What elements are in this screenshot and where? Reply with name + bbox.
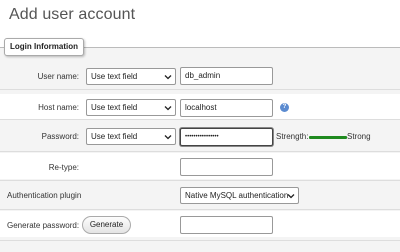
generated-password-input[interactable] <box>180 216 273 234</box>
password-mode-value: Use text field <box>91 132 138 141</box>
retype-input[interactable] <box>180 158 273 176</box>
chevron-down-icon <box>164 106 172 111</box>
row-divider <box>0 89 400 90</box>
auth-plugin-label: Authentication plugin <box>7 191 82 200</box>
row-divider <box>0 209 400 210</box>
generate-button[interactable]: Generate <box>82 216 131 234</box>
password-mode-select[interactable]: Use text field <box>86 128 176 145</box>
username-label: User name: <box>37 72 79 81</box>
chevron-down-icon <box>164 75 172 80</box>
chevron-down-icon <box>164 135 172 140</box>
password-label: Password: <box>41 132 79 141</box>
fieldset-legend: Login Information <box>4 38 84 56</box>
row-divider <box>0 119 400 120</box>
hostname-mode-value: Use text field <box>91 103 138 112</box>
hostname-mode-select[interactable]: Use text field <box>86 99 176 116</box>
help-icon[interactable]: ? <box>280 103 289 112</box>
row-divider <box>0 180 400 181</box>
strength-value: Strong <box>347 132 371 141</box>
retype-label: Re-type: <box>48 163 79 172</box>
auth-plugin-value: Native MySQL authentication <box>185 191 289 200</box>
username-mode-value: Use text field <box>91 72 138 81</box>
strength-label: Strength: <box>276 132 309 141</box>
strength-meter <box>309 136 347 139</box>
hostname-label: Host name: <box>38 103 79 112</box>
row-divider <box>0 240 400 241</box>
username-input[interactable]: db_admin <box>180 67 273 85</box>
page-title: Add user account <box>9 6 136 23</box>
chevron-down-icon <box>287 194 295 199</box>
generate-label: Generate password: <box>7 221 80 230</box>
username-mode-select[interactable]: Use text field <box>86 68 176 85</box>
password-input[interactable]: •••••••••••••••• <box>180 128 273 146</box>
hostname-input[interactable]: localhost <box>180 99 273 117</box>
auth-plugin-select[interactable]: Native MySQL authentication <box>180 187 299 204</box>
row-divider <box>0 151 400 152</box>
